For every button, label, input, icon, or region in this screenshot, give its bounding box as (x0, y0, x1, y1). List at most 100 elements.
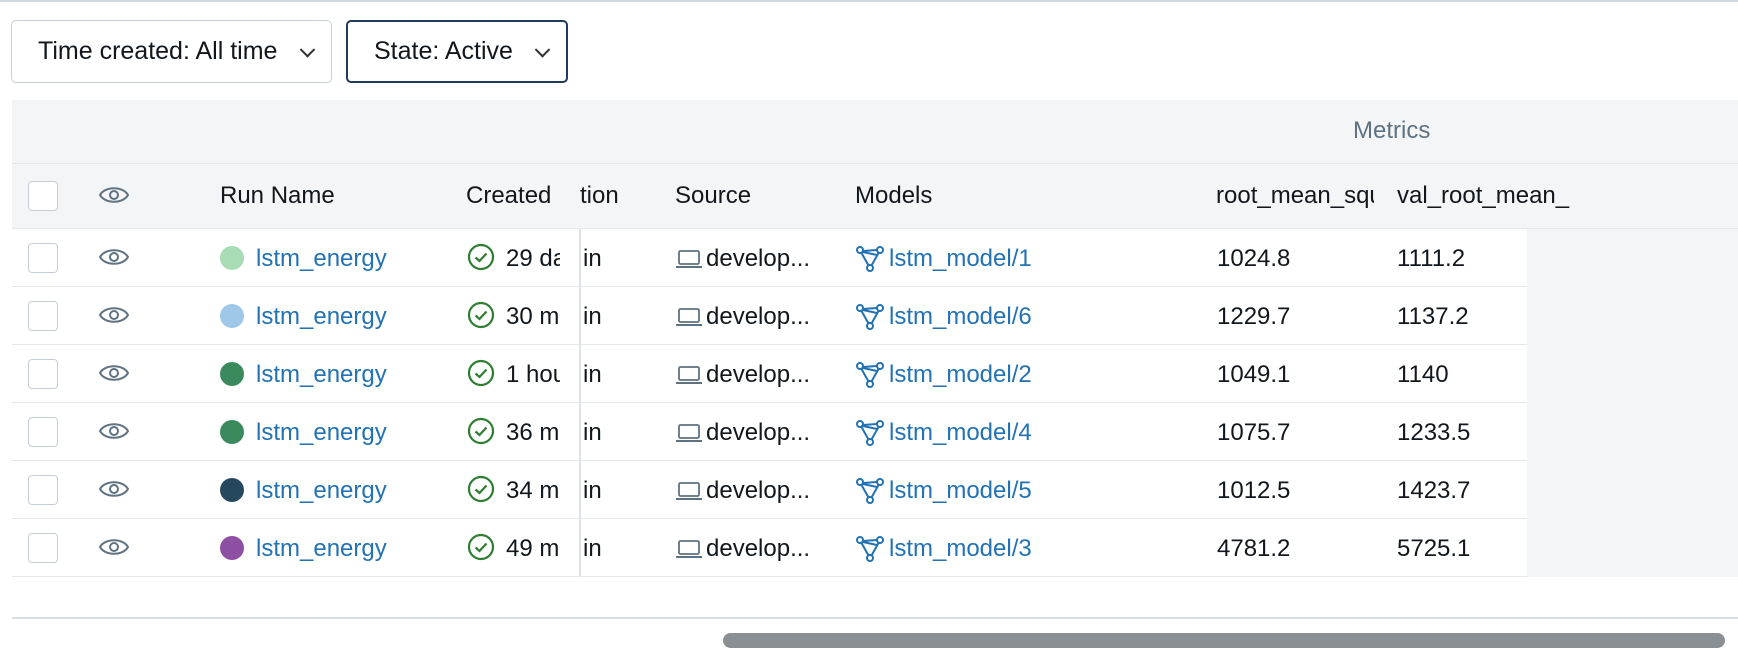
run-color-dot[interactable] (220, 246, 244, 270)
model-link[interactable]: lstm_model/6 (889, 303, 1032, 331)
metric-rmse-value: 4781.2 (1217, 535, 1291, 562)
model-link[interactable]: lstm_model/2 (889, 361, 1032, 389)
metric-highlight-column (1527, 287, 1738, 345)
eye-icon[interactable] (98, 304, 130, 326)
model-icon (856, 246, 884, 272)
metric-val-rmse-value: 1137.2 (1397, 303, 1469, 330)
column-group-header-row: Metrics (12, 100, 1738, 164)
column-header-row: Run Name Created tion Source Models root… (12, 164, 1738, 229)
table-row[interactable]: lstm_energy 29 da in develop... lstm_mod… (12, 229, 1738, 287)
row-checkbox[interactable] (28, 301, 58, 331)
model-link[interactable]: lstm_model/4 (889, 419, 1032, 447)
created-value: 49 mi (506, 535, 560, 562)
run-color-dot[interactable] (220, 420, 244, 444)
check-circle-icon (467, 301, 495, 329)
eye-icon[interactable] (98, 420, 130, 442)
metric-rmse-value: 1229.7 (1217, 303, 1291, 330)
eye-icon[interactable] (98, 246, 130, 268)
column-divider (579, 461, 581, 519)
eye-icon[interactable] (98, 362, 130, 384)
run-name-link[interactable]: lstm_energy (256, 245, 387, 273)
row-checkbox[interactable] (28, 533, 58, 563)
metric-highlight-column (1527, 229, 1738, 287)
chevron-down-icon (299, 41, 316, 58)
table-row[interactable]: lstm_energy 1 hou in develop... lstm_mod… (12, 345, 1738, 403)
column-divider (579, 229, 581, 287)
duration-value: in (583, 303, 602, 330)
run-name-link[interactable]: lstm_energy (256, 477, 387, 505)
duration-value: in (583, 535, 602, 562)
row-checkbox[interactable] (28, 475, 58, 505)
metric-highlight-column (1527, 519, 1738, 577)
check-circle-icon (467, 417, 495, 445)
created-value: 1 hou (506, 361, 560, 388)
column-header-duration[interactable]: tion (580, 182, 619, 210)
row-checkbox[interactable] (28, 417, 58, 447)
metric-highlight-column (1527, 403, 1738, 461)
model-link[interactable]: lstm_model/3 (889, 535, 1032, 563)
horizontal-scrollbar[interactable] (723, 633, 1725, 648)
laptop-icon (676, 366, 702, 384)
metric-rmse-value: 1075.7 (1217, 419, 1291, 446)
check-circle-icon (467, 533, 495, 561)
source-value[interactable]: develop... (706, 303, 810, 331)
column-header-source[interactable]: Source (675, 182, 751, 210)
state-filter[interactable]: State: Active (346, 20, 568, 83)
model-link[interactable]: lstm_model/1 (889, 245, 1032, 273)
metrics-group-header: Metrics (1353, 117, 1431, 144)
source-value[interactable]: develop... (706, 361, 810, 389)
column-header-run-name[interactable]: Run Name (220, 182, 335, 210)
run-name-link[interactable]: lstm_energy (256, 419, 387, 447)
source-value[interactable]: develop... (706, 419, 810, 447)
run-color-dot[interactable] (220, 362, 244, 386)
duration-value: in (583, 419, 602, 446)
column-header-metric-val-rmse[interactable]: val_root_mean_ (1397, 182, 1587, 210)
time-created-filter-label: Time created: All time (38, 37, 278, 65)
row-checkbox[interactable] (28, 359, 58, 389)
table-bottom-border (12, 617, 1738, 619)
created-value: 36 mi (506, 419, 560, 446)
check-circle-icon (467, 243, 495, 271)
run-color-dot[interactable] (220, 536, 244, 560)
run-color-dot[interactable] (220, 478, 244, 502)
column-header-models[interactable]: Models (855, 182, 932, 210)
table-row[interactable]: lstm_energy 49 mi in develop... lstm_mod… (12, 519, 1738, 577)
table-row[interactable]: lstm_energy 36 mi in develop... lstm_mod… (12, 403, 1738, 461)
metric-val-rmse-value: 1111.2 (1397, 245, 1466, 272)
select-all-checkbox[interactable] (28, 181, 58, 211)
metric-val-rmse-value: 5725.1 (1397, 535, 1471, 562)
run-name-link[interactable]: lstm_energy (256, 535, 387, 563)
run-color-dot[interactable] (220, 304, 244, 328)
table-row[interactable]: lstm_energy 30 mi in develop... lstm_mod… (12, 287, 1738, 345)
eye-icon[interactable] (98, 478, 130, 500)
time-created-filter[interactable]: Time created: All time (11, 20, 332, 83)
metric-highlight-column (1527, 461, 1738, 519)
column-header-created[interactable]: Created (466, 182, 551, 210)
metric-val-rmse-value: 1423.7 (1397, 477, 1471, 504)
column-divider (579, 287, 581, 345)
model-link[interactable]: lstm_model/5 (889, 477, 1032, 505)
check-circle-icon (467, 475, 495, 503)
column-divider (579, 345, 581, 403)
column-header-metric-rmse[interactable]: root_mean_squ (1216, 182, 1374, 210)
check-circle-icon (467, 359, 495, 387)
created-value: 34 mi (506, 477, 560, 504)
laptop-icon (676, 308, 702, 326)
created-value: 30 mi (506, 303, 560, 330)
source-value[interactable]: develop... (706, 535, 810, 563)
eye-icon[interactable] (98, 536, 130, 558)
metric-val-rmse-value: 1140 (1397, 361, 1449, 388)
source-value[interactable]: develop... (706, 477, 810, 505)
metric-rmse-value: 1049.1 (1217, 361, 1291, 388)
laptop-icon (676, 250, 702, 268)
eye-icon[interactable] (98, 184, 130, 206)
created-value: 29 da (506, 245, 560, 272)
table-row[interactable]: lstm_energy 34 mi in develop... lstm_mod… (12, 461, 1738, 519)
runs-table: Metrics Run Name Created tion Source Mod… (12, 100, 1738, 616)
row-checkbox[interactable] (28, 243, 58, 273)
duration-value: in (583, 477, 602, 504)
metric-rmse-value: 1024.8 (1217, 245, 1291, 272)
source-value[interactable]: develop... (706, 245, 810, 273)
run-name-link[interactable]: lstm_energy (256, 361, 387, 389)
run-name-link[interactable]: lstm_energy (256, 303, 387, 331)
